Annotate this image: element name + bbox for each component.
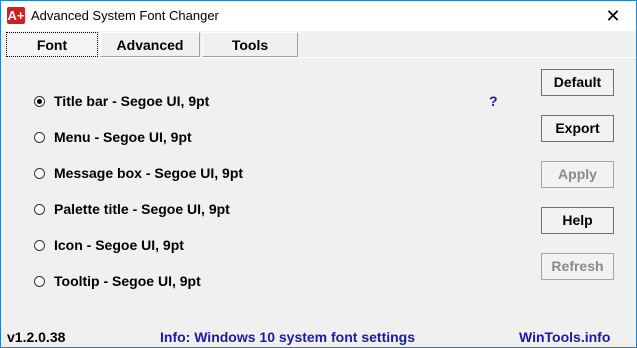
default-button[interactable]: Default: [541, 69, 614, 96]
version-label: v1.2.0.38: [7, 329, 66, 345]
radio-button[interactable]: [34, 203, 45, 215]
tab-advanced[interactable]: Advanced: [100, 32, 200, 57]
close-icon[interactable]: ✕: [590, 1, 636, 31]
wintools-link[interactable]: WinTools.info: [519, 329, 610, 345]
radio-button[interactable]: [34, 275, 45, 287]
app-window: A+ Advanced System Font Changer ✕ Font A…: [0, 0, 637, 348]
export-button[interactable]: Export: [541, 115, 614, 142]
app-icon: A+: [7, 7, 25, 24]
option-tooltip[interactable]: Tooltip - Segoe UI, 9pt: [34, 271, 201, 291]
radio-button[interactable]: [34, 131, 45, 143]
window-title: Advanced System Font Changer: [31, 8, 219, 23]
option-icon[interactable]: Icon - Segoe UI, 9pt: [34, 235, 184, 255]
option-palette-title[interactable]: Palette title - Segoe UI, 9pt: [34, 199, 230, 219]
option-label: Palette title - Segoe UI, 9pt: [54, 201, 230, 217]
help-button[interactable]: Help: [541, 207, 614, 234]
option-label: Tooltip - Segoe UI, 9pt: [54, 273, 201, 289]
radio-button[interactable]: [34, 239, 45, 251]
refresh-button[interactable]: Refresh: [541, 253, 614, 280]
radio-button[interactable]: [34, 167, 45, 179]
option-label: Menu - Segoe UI, 9pt: [54, 129, 192, 145]
radio-button[interactable]: [34, 95, 45, 107]
option-menu[interactable]: Menu - Segoe UI, 9pt: [34, 127, 192, 147]
tab-tools[interactable]: Tools: [202, 32, 298, 57]
info-link[interactable]: Info: Windows 10 system font settings: [160, 329, 415, 345]
option-title-bar[interactable]: Title bar - Segoe UI, 9pt: [34, 91, 209, 111]
tab-bar: Font Advanced Tools: [1, 31, 636, 57]
tab-font[interactable]: Font: [6, 32, 98, 57]
option-message-box[interactable]: Message box - Segoe UI, 9pt: [34, 163, 243, 183]
title-bar[interactable]: A+ Advanced System Font Changer ✕: [1, 1, 636, 31]
option-label: Title bar - Segoe UI, 9pt: [54, 93, 210, 109]
option-label: Message box - Segoe UI, 9pt: [54, 165, 244, 181]
help-question-link[interactable]: ?: [489, 93, 498, 109]
apply-button[interactable]: Apply: [541, 161, 614, 188]
option-label: Icon - Segoe UI, 9pt: [54, 237, 184, 253]
